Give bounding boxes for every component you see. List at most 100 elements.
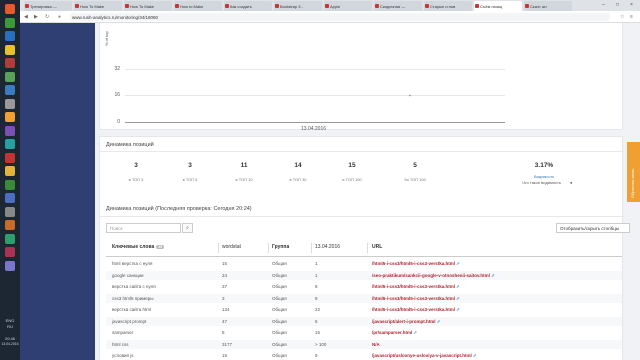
table-row[interactable]: samparser 8 Общая 15/pr/samparser.html⇗ [106,328,622,337]
taskbar-app-icon[interactable] [5,152,15,163]
taskbar-app-icon[interactable] [5,85,15,95]
position-cell: 1 [315,272,318,278]
menu-icon[interactable]: ≡ [630,14,633,20]
table-row[interactable]: google санкции 24 Общая 1/seo-praktikum/san… [106,270,622,280]
close-button[interactable]: × [630,2,633,8]
browser-tab[interactable]: Тренировка — [24,1,72,11]
stat-value: 11 [240,162,248,169]
visibility-link[interactable]: Видимость [534,174,554,179]
tray-layout[interactable]: RU [0,324,20,329]
url-cell[interactable]: /html5-i-css3/html5-i-css3-verstka.html⇗ [372,307,460,313]
url-cell[interactable]: /seo-praktikum/sankcii-google-v-otnoshen… [372,273,495,279]
external-link-icon[interactable]: ⇗ [456,307,460,312]
position-cell: 1 [315,261,318,266]
search-input[interactable]: Поиск [106,223,181,233]
url-cell[interactable]: /html5-i-css3/html5-i-css3-verstka.html⇗ [372,261,460,267]
url-cell[interactable]: /html5-i-css3/html5-i-css3-verstka.html⇗ [372,284,460,290]
stat-value: 5 [413,162,417,169]
browser-tab[interactable]: Apple [324,1,372,11]
minimize-button[interactable]: – [602,2,605,8]
url-cell[interactable]: /javascript/uslovnye-usloviya-v-javascri… [372,353,477,359]
external-link-icon[interactable]: ⇗ [473,353,477,358]
taskbar-app-icon[interactable] [5,206,15,217]
col-header-url[interactable]: URL [372,244,382,250]
header-divider [106,256,622,257]
table-row[interactable]: html верстка с нуля 15 Общая 1/html5-i-css3… [106,259,622,268]
browser-tab[interactable]: How to Make [174,1,222,11]
tray-date[interactable]: 13.04.2016 [0,342,20,347]
stat-value: 15 [348,162,356,169]
url-cell[interactable]: /javascript/alert-i-prompt.html⇗ [372,319,440,325]
table-row[interactable]: javascript prompt 47 Общая 6/javascript/ale… [106,316,622,326]
divider [100,216,624,217]
keyword-cell: верстка сайта html [112,307,152,312]
external-link-icon[interactable]: ⇗ [456,284,460,289]
maximize-button[interactable]: □ [616,2,619,8]
taskbar-app-icon[interactable] [5,58,15,68]
external-link-icon[interactable]: ⇗ [456,296,460,301]
taskbar-app-icon[interactable] [5,71,15,82]
taskbar-app-icon[interactable] [5,247,15,257]
taskbar-app-icon[interactable] [5,44,15,55]
feedback-tab[interactable]: Обратная связь [627,142,640,202]
taskbar-app-icon[interactable] [5,166,15,176]
browser-tab[interactable]: Как создать [224,1,272,11]
external-link-icon[interactable]: ⇗ [491,273,495,278]
position-cell: 9 [315,295,318,301]
taskbar-app-icon[interactable] [5,98,15,109]
forward-icon[interactable]: ▶ [34,14,38,20]
stat-value: 14 [294,162,302,169]
external-link-icon[interactable]: ⇗ [437,319,441,324]
tray-clock[interactable]: 20:46 [0,336,20,341]
back-icon[interactable]: ◀ [24,14,28,20]
col-header-group[interactable]: Группа [272,244,289,250]
url-cell[interactable]: N/A [372,342,380,347]
col-header-date[interactable]: 13.04.2016 [315,244,340,250]
browser-tab[interactable]: Старые и нов [424,1,472,11]
external-link-icon[interactable]: ⇗ [413,330,417,335]
url-cell[interactable]: /html5-i-css3/html5-i-css3-verstka.html⇗ [372,296,460,302]
browser-tab[interactable]: How To Make [74,1,122,11]
browser-tab[interactable]: How To Make [124,1,172,11]
help-icon[interactable]: ● [570,180,572,185]
taskbar-app-icon[interactable] [5,17,15,28]
toggle-columns-button[interactable]: Отобразить/скрыть столбцы [556,223,630,233]
url-cell[interactable]: /pr/samparser.html⇗ [372,330,417,336]
table-row[interactable]: условия js 15 Общая 9/javascript/uslovnye-u… [106,351,622,360]
taskbar-app-icon[interactable] [5,4,15,14]
taskbar-app-icon[interactable] [5,112,15,122]
tray-lang[interactable]: ENG [0,318,20,323]
url-field[interactable]: www.rush-analytics.ru/monitoring/34/1808… [70,13,610,21]
browser-tab[interactable]: Скидочная — [374,1,422,11]
taskbar-app-icon[interactable] [5,220,15,230]
visibility-help[interactable]: Что такое видимость [522,180,561,185]
position-cell: > 100 [315,341,327,347]
taskbar: ENG RU 20:46 13.04.2016 [0,0,20,360]
col-header-keywords[interactable]: Ключевые слова 20 [112,244,165,250]
browser-tab[interactable]: Bootstrap 3 - [274,1,322,11]
data-point[interactable] [409,94,411,97]
taskbar-app-icon[interactable] [5,125,15,136]
table-row[interactable]: верстка сайта html 134 Общая 22/html5-i-css… [106,305,622,314]
taskbar-app-icon[interactable] [5,31,15,41]
taskbar-app-icon[interactable] [5,233,15,244]
table-row[interactable]: css3 html5 примеры 3 Общая 9/html5-i-css3/h… [106,293,622,303]
search-button[interactable]: ⌕ [182,223,193,233]
star-icon[interactable]: ☆ [620,14,624,20]
taskbar-app-icon[interactable] [5,139,15,149]
reload-icon[interactable]: ↻ [45,14,49,20]
col-header-wordstat[interactable]: wordstat [222,244,241,250]
position-cell: 8 [315,284,318,289]
taskbar-app-icon[interactable] [5,193,15,203]
dynamics-card: Динамика позиций 3 в ТОП 3 3 в ТОП 5 11 в ТОП… [99,136,624,212]
taskbar-app-icon[interactable] [5,179,15,190]
table-row[interactable]: html css 3177 Общая > 100 N/A [106,339,622,349]
external-link-icon[interactable]: ⇗ [456,261,460,266]
table-row[interactable]: верстка сайта с нуля 37 Общая 8/html5-i-css… [106,282,622,291]
stat-label: в ТОП 10 [235,177,253,182]
wordstat-cell: 3177 [222,341,233,347]
browser-tab[interactable]: Съём позиц [474,1,522,11]
browser-tab[interactable]: Скачт шт [524,1,572,11]
taskbar-app-icon[interactable] [5,260,15,271]
group-cell: Общая [272,307,287,312]
